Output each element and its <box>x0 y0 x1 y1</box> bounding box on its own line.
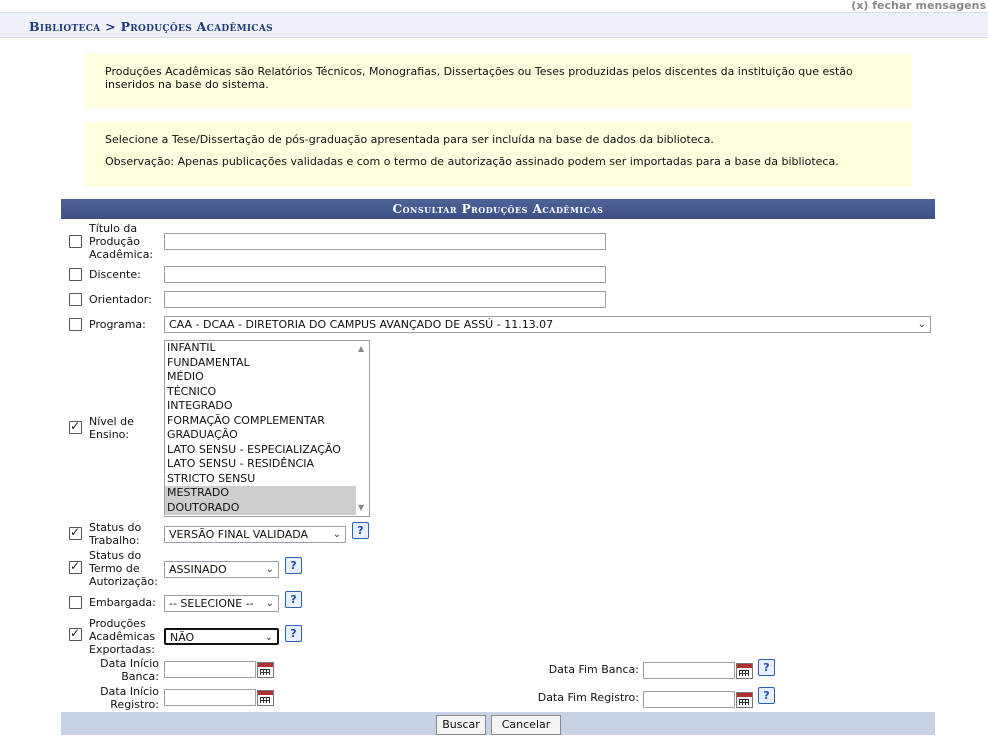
titulo-label: Título da Produção Acadêmica: <box>89 222 154 261</box>
data-fim-registro-input[interactable] <box>643 691 735 708</box>
embargada-checkbox[interactable] <box>69 596 82 609</box>
info-paragraph-1: Produções Acadêmicas são Relatórios Técn… <box>105 65 853 91</box>
termo-select-value: ASSINADO <box>169 563 227 576</box>
exportadas-checkbox[interactable] <box>69 626 82 641</box>
exportadas-select[interactable]: NÃO ⌄ <box>164 628 279 645</box>
nivel-checkbox[interactable] <box>69 419 82 434</box>
chevron-down-icon: ⌄ <box>265 598 274 609</box>
programa-select-value: CAA - DCAA - DIRETORIA DO CAMPUS AVANÇAD… <box>169 318 554 331</box>
discente-label: Discente: <box>89 268 141 281</box>
termo-select[interactable]: ASSINADO ⌄ <box>164 561 279 578</box>
data-inicio-banca-label: Data Início Banca: <box>100 657 159 683</box>
data-inicio-banca-input[interactable] <box>164 661 256 678</box>
help-icon[interactable]: ? <box>758 659 775 676</box>
status-select[interactable]: VERSÃO FINAL VALIDADA ⌄ <box>164 526 346 543</box>
nivel-option[interactable]: INTEGRADO <box>165 399 369 414</box>
scroll-down-icon[interactable]: ▼ <box>358 501 364 516</box>
chevron-down-icon: ⌄ <box>917 319 926 330</box>
nivel-option[interactable]: FUNDAMENTAL <box>165 356 369 371</box>
titulo-checkbox[interactable] <box>69 235 82 248</box>
nivel-option[interactable]: FORMAÇÃO COMPLEMENTAR <box>165 414 369 429</box>
info-box-description: Produções Acadêmicas são Relatórios Técn… <box>84 54 912 109</box>
data-fim-registro-label: Data Fim Registro: <box>537 691 639 704</box>
chevron-down-icon: ⌄ <box>264 632 273 643</box>
nivel-option[interactable]: MESTRADO <box>165 486 369 501</box>
breadcrumb-root: Biblioteca <box>29 19 101 34</box>
help-icon[interactable]: ? <box>352 522 369 539</box>
nivel-option[interactable]: STRICTO SENSU <box>165 472 369 487</box>
breadcrumb-separator: > <box>105 19 116 34</box>
scroll-up-icon[interactable]: ▲ <box>358 342 364 357</box>
data-fim-banca-input[interactable] <box>643 662 735 679</box>
calendar-icon[interactable] <box>257 662 274 678</box>
info-paragraph-3: Observação: Apenas publicações validadas… <box>105 155 839 168</box>
nivel-option[interactable]: TÉCNICO <box>165 385 369 400</box>
help-icon[interactable]: ? <box>285 625 302 642</box>
orientador-checkbox[interactable] <box>69 293 82 306</box>
help-icon[interactable]: ? <box>758 687 775 704</box>
buscar-button[interactable]: Buscar <box>436 715 486 735</box>
help-icon[interactable]: ? <box>285 557 302 574</box>
embargada-select[interactable]: -- SELECIONE -- ⌄ <box>164 595 279 612</box>
listbox-scrollbar[interactable]: ▲ ▼ <box>356 341 369 516</box>
form-caption: Consultar Produções Acadêmicas <box>61 199 935 219</box>
calendar-icon[interactable] <box>257 690 274 706</box>
nivel-listbox[interactable]: INFANTIL FUNDAMENTAL MÉDIO TÉCNICO INTEGRADO… <box>164 340 370 517</box>
chevron-down-icon: ⌄ <box>265 564 274 575</box>
cancelar-button[interactable]: Cancelar <box>491 715 561 735</box>
programa-label: Programa: <box>89 318 146 331</box>
calendar-icon[interactable] <box>736 692 753 708</box>
discente-input[interactable] <box>164 266 606 283</box>
nivel-option[interactable]: INFANTIL <box>165 341 369 356</box>
chevron-down-icon: ⌄ <box>332 529 341 540</box>
orientador-label: Orientador: <box>89 293 152 306</box>
data-inicio-registro-label: Data Início Registro: <box>100 685 159 711</box>
status-select-value: VERSÃO FINAL VALIDADA <box>169 528 309 541</box>
help-icon[interactable]: ? <box>285 591 302 608</box>
status-label: Status do Trabalho: <box>89 521 142 547</box>
data-inicio-registro-input[interactable] <box>164 689 256 706</box>
titulo-input[interactable] <box>164 233 606 250</box>
programa-select[interactable]: CAA - DCAA - DIRETORIA DO CAMPUS AVANÇAD… <box>164 316 931 333</box>
nivel-option[interactable]: DOUTORADO <box>165 500 369 515</box>
data-fim-banca-label: Data Fim Banca: <box>548 663 639 676</box>
embargada-label: Embargada: <box>89 596 156 609</box>
termo-checkbox[interactable] <box>69 559 82 574</box>
orientador-input[interactable] <box>164 291 606 308</box>
embargada-select-value: -- SELECIONE -- <box>169 597 254 610</box>
nivel-option[interactable]: LATO SENSU - RESIDÊNCIA <box>165 457 369 472</box>
nivel-label: Nível de Ensino: <box>89 415 134 441</box>
termo-label: Status do Termo de Autorização: <box>89 549 158 588</box>
info-box-instructions: Selecione a Tese/Dissertação de pós-grad… <box>84 122 912 187</box>
status-checkbox[interactable] <box>69 525 82 540</box>
close-messages-link[interactable]: (x) fechar mensagens <box>851 0 986 12</box>
breadcrumb-current: Produções Acadêmicas <box>120 19 273 34</box>
breadcrumb: Biblioteca > Produções Acadêmicas <box>29 19 273 34</box>
nivel-option[interactable]: LATO SENSU - ESPECIALIZAÇÃO <box>165 443 369 458</box>
info-paragraph-2: Selecione a Tese/Dissertação de pós-grad… <box>105 133 714 146</box>
nivel-option[interactable]: GRADUAÇÃO <box>165 428 369 443</box>
breadcrumb-bar: Biblioteca > Produções Acadêmicas <box>0 12 988 38</box>
discente-checkbox[interactable] <box>69 268 82 281</box>
programa-checkbox[interactable] <box>69 318 82 331</box>
exportadas-select-value: NÃO <box>170 631 195 644</box>
calendar-icon[interactable] <box>736 663 753 679</box>
exportadas-label: Produções Acadêmicas Exportadas: <box>89 617 156 656</box>
nivel-option[interactable]: MÉDIO <box>165 370 369 385</box>
